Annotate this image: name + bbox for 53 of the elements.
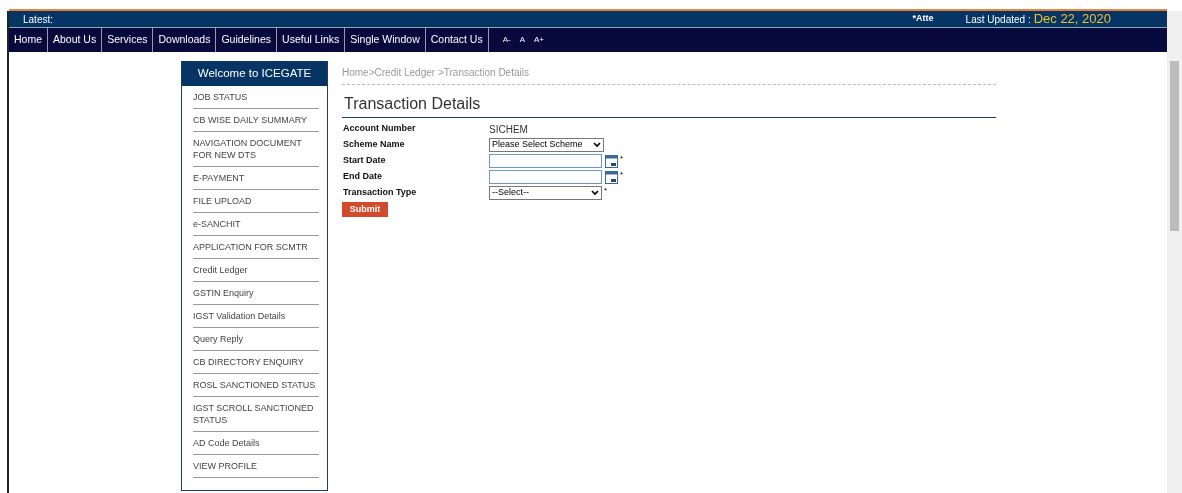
calendar-icon[interactable] <box>605 154 618 168</box>
sidebar-link[interactable]: NAVIGATION DOCUMENT FOR NEW DTS <box>193 132 319 167</box>
date-input-field[interactable] <box>489 154 602 168</box>
field-label: Scheme Name <box>342 138 406 152</box>
field-label: Account Number <box>342 122 417 136</box>
required-mark: * <box>604 185 608 197</box>
nav-link[interactable]: Guidelines <box>216 28 278 52</box>
nav-link[interactable]: About Us <box>48 28 103 52</box>
nav-link[interactable]: Services <box>102 28 154 52</box>
ticker-label: Latest: <box>23 12 54 27</box>
sidebar-link[interactable]: CB DIRECTORY ENQUIRY <box>193 351 319 374</box>
scrollbar[interactable] <box>1167 11 1182 493</box>
sidebar-link[interactable]: VIEW PROFILE <box>193 455 319 478</box>
select-field[interactable]: --Select-- <box>489 186 602 200</box>
nav-link[interactable]: Single Window <box>345 28 426 52</box>
font-size-link[interactable]: A- <box>502 34 511 46</box>
breadcrumb: Home>Credit Ledger >Transaction Details <box>342 61 996 85</box>
last-updated-date: Dec 22, 2020 <box>1033 10 1111 29</box>
font-size-link[interactable]: A <box>519 34 525 46</box>
sidebar-link[interactable]: AD Code Details <box>193 432 319 455</box>
dropdown-caret-icon <box>591 190 599 196</box>
last-updated-label: Last Updated : <box>965 12 1031 27</box>
field-label: End Date <box>342 170 383 184</box>
sidebar-link[interactable]: GSTIN Enquiry <box>193 282 319 305</box>
select-field[interactable]: Please Select Scheme <box>489 138 604 152</box>
field-label: Start Date <box>342 154 387 168</box>
field-label: Transaction Type <box>342 186 418 200</box>
notice-text: *Atte <box>912 12 934 26</box>
nav-link[interactable]: Home <box>9 28 48 52</box>
sidebar-link[interactable]: JOB STATUS <box>193 86 319 109</box>
required-mark: * <box>620 169 624 181</box>
sidebar-link[interactable]: APPLICATION FOR SCMTR <box>193 236 319 259</box>
required-mark: * <box>620 153 624 165</box>
sidebar-link[interactable]: Query Reply <box>193 328 319 351</box>
sidebar-link[interactable]: CB WISE DAILY SUMMARY <box>193 109 319 132</box>
sidebar-title: Welcome to ICEGATE <box>182 61 327 86</box>
sidebar-link[interactable]: ROSL SANCTIONED STATUS <box>193 374 319 397</box>
dropdown-caret-icon <box>593 142 601 148</box>
nav-link[interactable]: Contact Us <box>425 28 489 52</box>
font-size-link[interactable]: A+ <box>534 34 544 46</box>
calendar-icon[interactable] <box>605 170 618 184</box>
sidebar-link[interactable]: IGST SCROLL SANCTIONED STATUS <box>193 397 319 432</box>
page-heading: Transaction Details <box>342 92 996 118</box>
submit-button[interactable]: Submit <box>342 202 388 217</box>
nav-link[interactable]: Useful Links <box>277 28 346 52</box>
sidebar-link[interactable]: Credit Ledger <box>193 259 319 282</box>
sidebar-link[interactable]: e-SANCHIT <box>193 213 319 236</box>
field-value: SICHEM <box>489 122 528 137</box>
sidebar-link[interactable]: IGST Validation Details <box>193 305 319 328</box>
date-input-field[interactable] <box>489 170 602 184</box>
sidebar-link[interactable]: E-PAYMENT <box>193 167 319 190</box>
sidebar-link[interactable]: FILE UPLOAD <box>193 190 319 213</box>
nav-link[interactable]: Downloads <box>153 28 217 52</box>
